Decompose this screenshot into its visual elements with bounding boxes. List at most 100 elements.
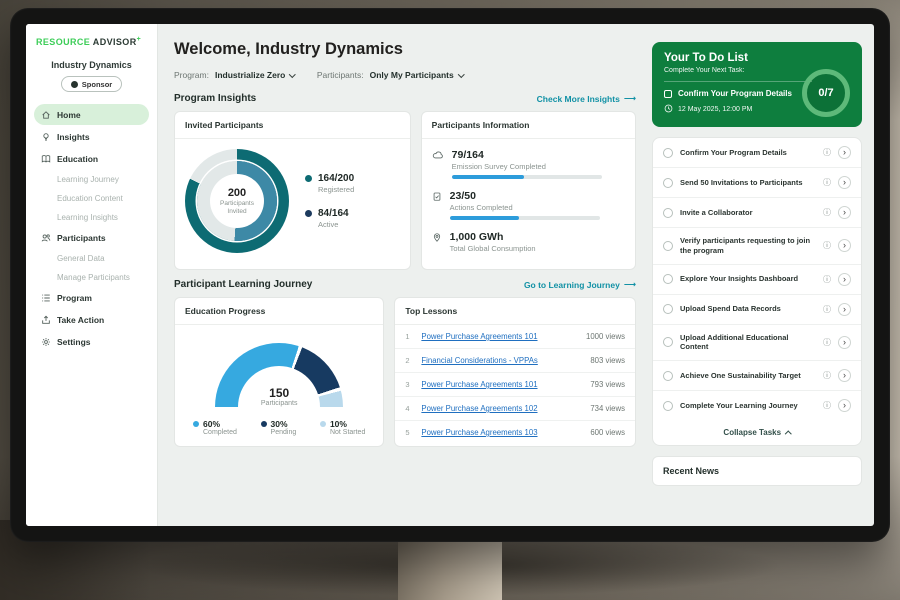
chevron-right-icon[interactable]: › — [838, 369, 851, 382]
education-gauge-chart: 150 Participants — [215, 343, 343, 407]
chevron-right-icon[interactable]: › — [838, 176, 851, 189]
legend-item: 30%Pending — [261, 419, 297, 436]
sidebar-item-participants[interactable]: Participants — [34, 227, 149, 248]
monitor-stand — [398, 540, 502, 600]
task-checkbox[interactable] — [663, 148, 673, 158]
next-task[interactable]: Confirm Your Program Details — [664, 81, 812, 98]
sidebar-item-manage-participants[interactable]: Manage Participants — [34, 268, 149, 286]
task-item[interactable]: Verify participants requesting to join t… — [653, 228, 861, 265]
sidebar-nav: Home Insights Education Learning Journey… — [34, 104, 149, 352]
chevron-right-icon[interactable]: › — [838, 399, 851, 412]
chevron-right-icon[interactable]: › — [838, 239, 851, 252]
task-item[interactable]: Upload Spend Data Records ⓘ › — [653, 295, 861, 325]
sponsor-icon — [71, 81, 78, 88]
task-checkbox[interactable] — [663, 178, 673, 188]
chevron-right-icon[interactable]: › — [838, 273, 851, 286]
info-icon[interactable]: ⓘ — [823, 274, 831, 285]
progress-fill — [450, 216, 519, 220]
task-checkbox[interactable] — [663, 401, 673, 411]
gauge-legend: 60%Completed 30%Pending 10%Not Started — [185, 411, 373, 438]
info-icon[interactable]: ⓘ — [823, 177, 831, 188]
task-checkbox[interactable] — [663, 208, 673, 218]
sidebar-item-settings[interactable]: Settings — [34, 331, 149, 352]
progress-bar — [452, 175, 602, 179]
chevron-right-icon[interactable]: › — [838, 303, 851, 316]
check-more-insights-link[interactable]: Check More Insights ⟶ — [537, 93, 636, 104]
task-item[interactable]: Complete Your Learning Journey ⓘ › — [653, 391, 861, 420]
lesson-link[interactable]: Power Purchase Agreements 101 — [421, 332, 578, 341]
sidebar: RESOURCE ADVISOR+ Industry Dynamics Spon… — [26, 24, 158, 526]
task-item[interactable]: Send 50 Invitations to Participants ⓘ › — [653, 168, 861, 198]
lesson-link[interactable]: Power Purchase Agreements 102 — [421, 404, 582, 413]
task-checkbox[interactable] — [663, 337, 673, 347]
go-to-learning-journey-link[interactable]: Go to Learning Journey ⟶ — [524, 279, 636, 290]
chevron-right-icon[interactable]: › — [838, 206, 851, 219]
task-item[interactable]: Confirm Your Program Details ⓘ › — [653, 138, 861, 168]
main-content: Welcome, Industry Dynamics Program: Indu… — [158, 24, 648, 526]
task-checkbox[interactable] — [664, 90, 672, 98]
legend-dot — [305, 210, 312, 217]
todo-progress-ring: 0/7 — [802, 69, 850, 117]
people-icon — [41, 233, 51, 243]
chevron-right-icon[interactable]: › — [838, 336, 851, 349]
filter-bar: Program: Industrialize Zero Participants… — [174, 70, 636, 80]
task-item[interactable]: Explore Your Insights Dashboard ⓘ › — [653, 265, 861, 295]
participants-information-card: Participants Information 79/164 Emission… — [421, 111, 636, 270]
book-icon — [41, 154, 51, 164]
lesson-link[interactable]: Power Purchase Agreements 103 — [421, 428, 582, 437]
sidebar-item-home[interactable]: Home — [34, 104, 149, 125]
task-checkbox[interactable] — [663, 274, 673, 284]
chevron-down-icon — [289, 71, 295, 77]
sidebar-item-education-content[interactable]: Education Content — [34, 189, 149, 207]
todo-title: Your To Do List — [664, 52, 850, 64]
task-item[interactable]: Invite a Collaborator ⓘ › — [653, 198, 861, 228]
task-checkbox[interactable] — [663, 241, 673, 251]
collapse-tasks-link[interactable]: Collapse Tasks — [653, 420, 861, 445]
invited-donut-chart: 200 Participants Invited — [185, 149, 289, 253]
legend-item: 84/164Active — [305, 208, 354, 229]
program-select[interactable]: Industrialize Zero — [215, 70, 295, 80]
sidebar-item-take-action[interactable]: Take Action — [34, 309, 149, 330]
info-icon[interactable]: ⓘ — [823, 207, 831, 218]
sidebar-item-learning-insights[interactable]: Learning Insights — [34, 208, 149, 226]
learning-journey-heading: Participant Learning Journey — [174, 279, 312, 290]
chevron-right-icon[interactable]: › — [838, 146, 851, 159]
lesson-row: 3 Power Purchase Agreements 101 793 view… — [395, 373, 635, 397]
info-icon[interactable]: ⓘ — [823, 370, 831, 381]
info-icon[interactable]: ⓘ — [823, 337, 831, 348]
info-icon[interactable]: ⓘ — [823, 400, 831, 411]
participants-select[interactable]: Only My Participants — [370, 70, 464, 80]
sidebar-item-insights[interactable]: Insights — [34, 126, 149, 147]
chevron-down-icon — [458, 71, 464, 77]
task-item[interactable]: Upload Additional Educational Content ⓘ … — [653, 325, 861, 362]
progress-fill — [452, 175, 524, 179]
sidebar-item-learning-journey[interactable]: Learning Journey — [34, 170, 149, 188]
task-checkbox[interactable] — [663, 371, 673, 381]
donut-legend: 164/200Registered 84/164Active — [305, 173, 354, 229]
sidebar-item-education[interactable]: Education — [34, 148, 149, 169]
task-item[interactable]: Achieve One Sustainability Target ⓘ › — [653, 361, 861, 391]
education-progress-card: Education Progress 150 Participants — [174, 297, 384, 447]
lesson-link[interactable]: Financial Considerations - VPPAs — [421, 356, 582, 365]
legend-dot — [305, 175, 312, 182]
legend-dot — [193, 421, 199, 427]
location-pin-icon — [432, 232, 442, 243]
legend-dot — [320, 421, 326, 427]
list-icon — [41, 293, 51, 303]
info-icon[interactable]: ⓘ — [823, 240, 831, 251]
lesson-row: 2 Financial Considerations - VPPAs 803 v… — [395, 349, 635, 373]
sidebar-item-general-data[interactable]: General Data — [34, 249, 149, 267]
lesson-row: 4 Power Purchase Agreements 102 734 view… — [395, 397, 635, 421]
gear-icon — [41, 337, 51, 347]
task-checkbox[interactable] — [663, 304, 673, 314]
program-insights-heading: Program Insights — [174, 93, 256, 104]
info-icon[interactable]: ⓘ — [823, 304, 831, 315]
info-row: 79/164 Emission Survey Completed — [432, 149, 625, 179]
upload-action-icon — [41, 315, 51, 325]
brand-logo: RESOURCE ADVISOR+ — [34, 36, 149, 47]
progress-bar — [450, 216, 600, 220]
legend-item: 60%Completed — [193, 419, 237, 436]
sidebar-item-program[interactable]: Program — [34, 287, 149, 308]
lesson-link[interactable]: Power Purchase Agreements 101 — [421, 380, 582, 389]
info-icon[interactable]: ⓘ — [823, 147, 831, 158]
